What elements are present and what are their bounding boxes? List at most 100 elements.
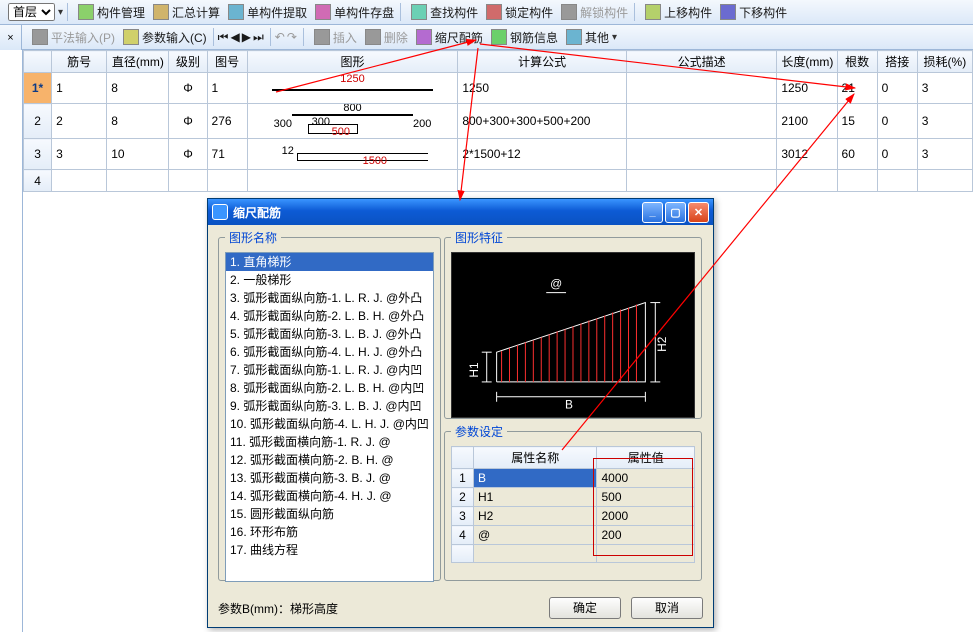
cell-desc[interactable] (626, 104, 776, 139)
row-header[interactable]: 1* (24, 73, 52, 104)
cell-lap[interactable]: 0 (877, 73, 917, 104)
col-desc[interactable]: 公式描述 (626, 51, 776, 73)
btn-manage[interactable]: 构件管理 (97, 4, 145, 21)
col-shape[interactable]: 图形 (247, 51, 458, 73)
table-row[interactable]: 1*18Φ1 1250 125012502103 (24, 73, 973, 104)
cell-shape-no[interactable] (207, 170, 247, 192)
cell-diameter[interactable] (107, 170, 169, 192)
list-item[interactable]: 4. 弧形截面纵向筋-2. L. B. H. @外凸 (226, 307, 433, 325)
list-item[interactable]: 1. 直角梯形 (226, 253, 433, 271)
col-formula[interactable]: 计算公式 (458, 51, 627, 73)
row-header[interactable]: 2 (24, 104, 52, 139)
param-table[interactable]: 属性名称 属性值 1B4000 2H1500 3H22000 4@200 (451, 446, 695, 563)
col-count[interactable]: 根数 (837, 51, 877, 73)
list-item[interactable]: 9. 弧形截面纵向筋-3. L. B. J. @内凹 (226, 397, 433, 415)
prop-val-1[interactable]: 500 (597, 488, 695, 507)
list-item[interactable]: 17. 曲线方程 (226, 541, 433, 559)
col-diameter[interactable]: 直径(mm) (107, 51, 169, 73)
list-item[interactable]: 11. 弧形截面横向筋-1. R. J. @ (226, 433, 433, 451)
list-item[interactable]: 16. 环形布筋 (226, 523, 433, 541)
prop-val-2[interactable]: 2000 (597, 507, 695, 526)
maximize-button[interactable]: ▢ (665, 202, 686, 223)
btn-movedown[interactable]: 下移构件 (739, 4, 787, 21)
list-item[interactable]: 13. 弧形截面横向筋-3. B. J. @ (226, 469, 433, 487)
cell-shape-no[interactable]: 1 (207, 73, 247, 104)
cell-count[interactable] (837, 170, 877, 192)
cell-shape-no[interactable]: 276 (207, 104, 247, 139)
prop-val-0[interactable]: 4000 (597, 469, 695, 488)
ok-button[interactable]: 确定 (549, 597, 621, 619)
cell-length[interactable] (777, 170, 837, 192)
prop-name-1[interactable]: H1 (474, 488, 597, 507)
list-item[interactable]: 6. 弧形截面纵向筋-4. L. H. J. @外凸 (226, 343, 433, 361)
cell-lap[interactable]: 0 (877, 104, 917, 139)
nav-next[interactable]: ▶ (242, 30, 251, 44)
minimize-button[interactable]: _ (642, 202, 663, 223)
btn-moveup[interactable]: 上移构件 (664, 4, 712, 21)
cell-diameter[interactable]: 8 (107, 104, 169, 139)
list-item[interactable]: 3. 弧形截面纵向筋-1. L. R. J. @外凸 (226, 289, 433, 307)
cell-length[interactable]: 1250 (777, 73, 837, 104)
btn-param-input[interactable]: 参数输入(C) (142, 29, 207, 46)
cell-formula[interactable]: 800+300+300+500+200 (458, 104, 627, 139)
btn-lock[interactable]: 锁定构件 (505, 4, 553, 21)
prop-name-0[interactable]: B (474, 469, 597, 488)
cell-loss[interactable]: 3 (917, 104, 972, 139)
cell-shape[interactable]: 1250 (247, 73, 458, 104)
cell-shape[interactable]: 800 300 300 500 200 (247, 104, 458, 139)
list-item[interactable]: 10. 弧形截面纵向筋-4. L. H. J. @内凹 (226, 415, 433, 433)
rebar-grid[interactable]: 筋号 直径(mm) 级别 图号 图形 计算公式 公式描述 长度(mm) 根数 搭… (23, 50, 973, 192)
list-item[interactable]: 7. 弧形截面纵向筋-1. L. R. J. @内凹 (226, 361, 433, 379)
nav-prev[interactable]: ◀ (230, 30, 239, 44)
cell-length[interactable]: 3012 (777, 139, 837, 170)
layer-dropdown[interactable]: 首层 (4, 3, 63, 21)
cell-desc[interactable] (626, 139, 776, 170)
btn-extract[interactable]: 单构件提取 (247, 4, 307, 21)
cell-formula[interactable] (458, 170, 627, 192)
list-item[interactable]: 15. 圆形截面纵向筋 (226, 505, 433, 523)
close-button[interactable]: ✕ (688, 202, 709, 223)
cell-diameter[interactable]: 8 (107, 73, 169, 104)
cell-length[interactable]: 2100 (777, 104, 837, 139)
btn-find[interactable]: 查找构件 (430, 4, 478, 21)
layer-select[interactable]: 首层 (8, 3, 55, 21)
cell-shape[interactable] (247, 170, 458, 192)
nav-last[interactable]: ⏭ (253, 30, 264, 45)
cell-shape[interactable]: 12 1500 (247, 139, 458, 170)
list-item[interactable]: 14. 弧形截面横向筋-4. H. J. @ (226, 487, 433, 505)
cell-shape-no[interactable]: 71 (207, 139, 247, 170)
shape-names-list[interactable]: 1. 直角梯形2. 一般梯形3. 弧形截面纵向筋-1. L. R. J. @外凸… (225, 252, 434, 582)
col-shape-no[interactable]: 图号 (207, 51, 247, 73)
col-length[interactable]: 长度(mm) (777, 51, 837, 73)
cell-count[interactable]: 60 (837, 139, 877, 170)
cell-lap[interactable]: 0 (877, 139, 917, 170)
row-header[interactable]: 3 (24, 139, 52, 170)
cell-level[interactable]: Φ (169, 73, 207, 104)
table-row[interactable]: 228Φ276 800 300 300 500 200800+300+300+5… (24, 104, 973, 139)
cell-loss[interactable]: 3 (917, 73, 972, 104)
cell-diameter[interactable]: 10 (107, 139, 169, 170)
cell-level[interactable] (169, 170, 207, 192)
col-rebar-no[interactable]: 筋号 (52, 51, 107, 73)
col-loss[interactable]: 损耗(%) (917, 51, 972, 73)
list-item[interactable]: 8. 弧形截面纵向筋-2. L. B. H. @内凹 (226, 379, 433, 397)
cell-loss[interactable] (917, 170, 972, 192)
table-row[interactable]: 4 (24, 170, 973, 192)
cancel-button[interactable]: 取消 (631, 597, 703, 619)
list-item[interactable]: 2. 一般梯形 (226, 271, 433, 289)
list-item[interactable]: 5. 弧形截面纵向筋-3. L. B. J. @外凸 (226, 325, 433, 343)
cell-level[interactable]: Φ (169, 139, 207, 170)
btn-rebar-info[interactable]: 钢筋信息 (510, 29, 558, 46)
cell-loss[interactable]: 3 (917, 139, 972, 170)
cell-count[interactable]: 15 (837, 104, 877, 139)
cell-desc[interactable] (626, 170, 776, 192)
btn-scale-rebar[interactable]: 缩尺配筋 (435, 29, 483, 46)
row-header[interactable]: 4 (24, 170, 52, 192)
table-row[interactable]: 3310Φ71 12 15002*1500+1230126003 (24, 139, 973, 170)
col-lap[interactable]: 搭接 (877, 51, 917, 73)
cell-rebar-no[interactable]: 1 (52, 73, 107, 104)
col-level[interactable]: 级别 (169, 51, 207, 73)
cell-formula[interactable]: 1250 (458, 73, 627, 104)
cell-rebar-no[interactable]: 3 (52, 139, 107, 170)
btn-sum[interactable]: 汇总计算 (172, 4, 220, 21)
